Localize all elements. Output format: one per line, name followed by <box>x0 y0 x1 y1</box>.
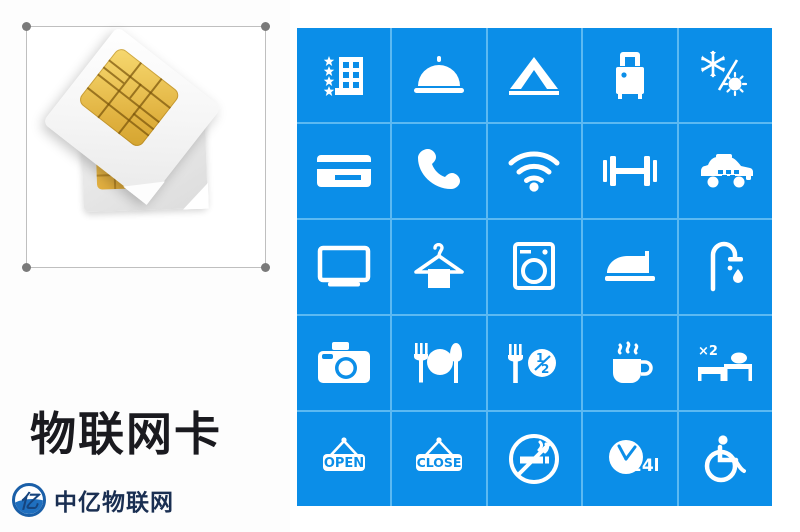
restaurant-cutlery-icon <box>414 343 463 383</box>
shower-faucet-icon <box>711 241 744 292</box>
tile-dumbbell-gym[interactable] <box>583 124 677 218</box>
tile-coffee-cup[interactable] <box>583 316 677 410</box>
credit-card-icon <box>316 155 371 187</box>
tile-air-conditioning[interactable] <box>678 28 772 122</box>
amenity-icon-grid: 1 2 ×2 OPEN CLOSE 24 <box>297 28 772 506</box>
brand-mark-letter: 亿 <box>19 490 39 513</box>
open-sign-label: OPEN <box>324 456 364 471</box>
tile-hotel-star-building[interactable] <box>297 28 391 122</box>
dumbbell-gym-icon <box>602 156 657 186</box>
tile-wifi[interactable] <box>487 124 582 218</box>
tile-tent-camping[interactable] <box>487 28 582 122</box>
tile-wheelchair-access[interactable] <box>678 412 772 506</box>
product-title: 物联网卡 <box>30 407 222 461</box>
tile-clothes-iron[interactable] <box>583 220 677 314</box>
room-service-bell-icon <box>414 56 465 93</box>
photo-camera-icon <box>317 342 370 383</box>
resize-handle-top-right[interactable] <box>261 22 270 31</box>
tile-telephone[interactable] <box>392 124 486 218</box>
tile-room-service-bell[interactable] <box>392 28 486 122</box>
wifi-icon <box>508 151 560 192</box>
hotel-star-building-icon <box>323 56 363 96</box>
tile-taxi-car[interactable] <box>678 124 772 218</box>
half-board-icon: 1 2 <box>508 344 557 383</box>
tile-clothes-hanger[interactable] <box>392 220 486 314</box>
coffee-cup-icon <box>612 341 653 383</box>
hours-24-label: 24h <box>630 456 658 476</box>
telephone-icon <box>418 149 461 189</box>
tent-camping-icon <box>509 57 560 95</box>
clothes-hanger-icon <box>414 243 464 288</box>
resize-handle-top-left[interactable] <box>22 22 31 31</box>
air-conditioning-icon <box>701 50 748 97</box>
brand-logo: 亿 中亿物联网 <box>12 483 174 517</box>
television-icon <box>317 245 370 287</box>
tile-half-board[interactable]: 1 2 <box>487 316 582 410</box>
tile-open-sign[interactable]: OPEN <box>297 412 391 506</box>
open-sign-icon: OPEN <box>322 437 365 471</box>
double-bed-count-label: ×2 <box>698 344 718 359</box>
tile-washing-machine[interactable] <box>487 220 582 314</box>
tile-photo-camera[interactable] <box>297 316 391 410</box>
tile-television[interactable] <box>297 220 391 314</box>
tile-double-bed[interactable]: ×2 <box>678 316 772 410</box>
tile-luggage-suitcase[interactable] <box>583 28 677 122</box>
tile-restaurant-cutlery[interactable] <box>392 316 486 410</box>
close-sign-icon: CLOSE <box>416 437 463 471</box>
tile-no-smoking[interactable] <box>487 412 582 506</box>
open-24-hours-icon: 24h <box>608 440 658 476</box>
taxi-car-icon <box>701 154 754 188</box>
clothes-iron-icon <box>604 251 655 281</box>
tile-open-24-hours[interactable]: 24h <box>583 412 677 506</box>
no-smoking-icon <box>509 434 560 484</box>
brand-mark-icon: 亿 <box>12 483 46 517</box>
tile-credit-card[interactable] <box>297 124 391 218</box>
sim-card-illustration <box>26 26 266 268</box>
page-root: 物联网卡 亿 中亿物联网 1 2 ×2 OPEN CLOSE 24 <box>0 0 800 532</box>
left-panel: 物联网卡 亿 中亿物联网 <box>0 0 290 532</box>
resize-handle-bottom-right[interactable] <box>261 263 270 272</box>
tile-shower-faucet[interactable] <box>678 220 772 314</box>
double-bed-icon: ×2 <box>698 344 753 381</box>
resize-handle-bottom-left[interactable] <box>22 263 31 272</box>
washing-machine-icon <box>513 242 556 290</box>
close-sign-label: CLOSE <box>417 455 462 470</box>
sim-card-artwork-stage[interactable] <box>22 22 270 272</box>
brand-name: 中亿物联网 <box>54 490 174 516</box>
luggage-suitcase-icon <box>615 52 644 99</box>
tile-close-sign[interactable]: CLOSE <box>392 412 486 506</box>
wheelchair-access-icon <box>705 435 747 483</box>
sim-chip-large-icon <box>76 45 182 150</box>
